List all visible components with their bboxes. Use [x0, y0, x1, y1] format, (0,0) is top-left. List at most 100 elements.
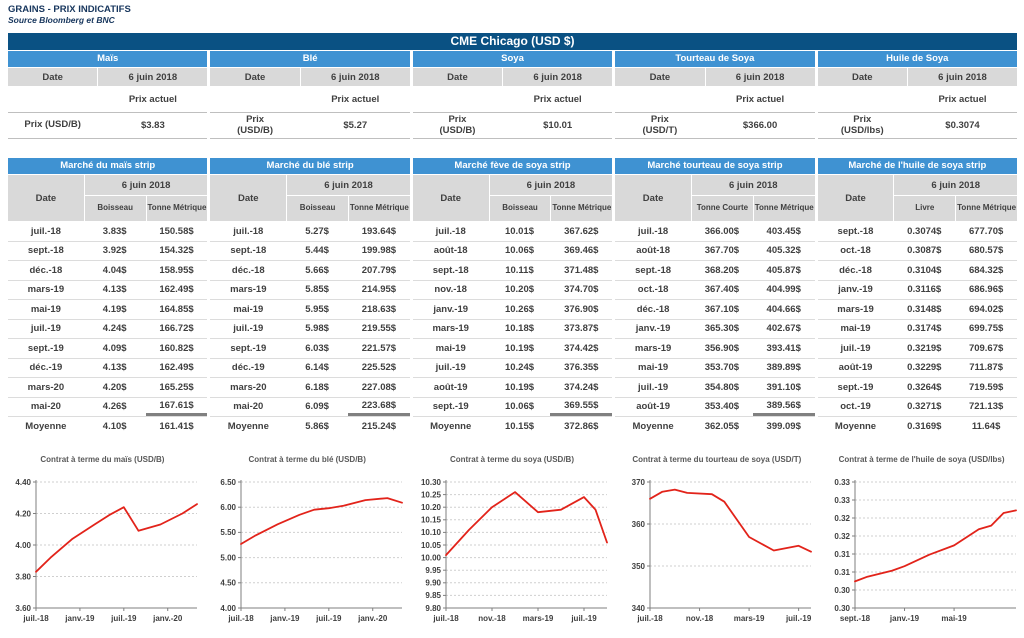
table-row: mai-206.09$223.68$ [210, 398, 409, 418]
row-date: déc.-19 [210, 359, 286, 378]
table-row: juil.-195.98$219.55$ [210, 320, 409, 340]
x-tick-label: mai-19 [942, 614, 968, 623]
row-value: 389.89$ [753, 359, 815, 378]
y-tick-label: 0.30 [835, 586, 851, 595]
price-line [446, 492, 607, 555]
chart-title: Contrat à terme du soya (USD/B) [410, 448, 615, 474]
strip-section-tourteau: Marché tourteau de soya strip Date 6 jui… [615, 158, 814, 437]
price-value: $10.01 [503, 113, 612, 138]
x-tick-label: juil.-19 [315, 614, 342, 623]
spot-price-table: CME Chicago (USD $) Maïs Date 6 juin 201… [8, 33, 1017, 139]
y-tick-label: 4.50 [220, 579, 236, 588]
price-line [36, 504, 197, 572]
strip-table: Marché du maïs strip Date 6 juin 2018 Bo… [8, 158, 1017, 437]
row-value: 376.90$ [550, 300, 612, 319]
price-current-label: Prix actuel [98, 86, 207, 112]
row-value: 5.27$ [286, 222, 348, 241]
spot-section-ble: Blé Date 6 juin 2018 Prix actuel Prix (U… [210, 51, 409, 139]
table-row: juil.-185.27$193.64$ [210, 222, 409, 242]
moyenne-label: Moyenne [818, 417, 894, 437]
date-value: 6 juin 2018 [503, 68, 612, 86]
row-value: 164.85$ [146, 300, 208, 319]
row-date: août-18 [413, 242, 489, 261]
row-date: sept.-18 [615, 261, 691, 280]
row-value: 356.90$ [691, 339, 753, 358]
y-tick-label: 5.00 [220, 553, 236, 562]
moyenne-value: 215.24$ [348, 417, 410, 437]
strip-section-title: Marché tourteau de soya strip [615, 158, 814, 174]
row-date: juil.-19 [413, 359, 489, 378]
price-unit-label: Prix (USD/lbs) [818, 113, 907, 138]
row-value: 150.58$ [146, 222, 208, 241]
y-tick-label: 4.20 [15, 509, 31, 518]
moyenne-label: Moyenne [413, 417, 489, 437]
row-date: juil.-19 [818, 339, 894, 358]
row-date: mars-19 [210, 281, 286, 300]
price-line [241, 498, 402, 544]
row-value: 167.61$ [146, 398, 208, 417]
row-value: 3.83$ [84, 222, 146, 241]
row-value: 10.18$ [489, 320, 551, 339]
table-row: mars-194.13$162.49$ [8, 281, 207, 301]
price-value: $366.00 [706, 113, 815, 138]
row-value: 225.52$ [348, 359, 410, 378]
date-value-header: 6 juin 2018 [490, 175, 613, 195]
table-row: janv.-19365.30$402.67$ [615, 320, 814, 340]
table-row: juil.-194.24$166.72$ [8, 320, 207, 340]
row-value: 165.25$ [146, 378, 208, 397]
row-date: mars-20 [8, 378, 84, 397]
row-value: 0.3174$ [893, 320, 955, 339]
spot-section-soya: Soya Date 6 juin 2018 Prix actuel Prix (… [413, 51, 612, 139]
row-value: 393.41$ [753, 339, 815, 358]
table-row: sept.-1810.11$371.48$ [413, 261, 612, 281]
row-value: 160.82$ [146, 339, 208, 358]
row-value: 3.92$ [84, 242, 146, 261]
table-row: déc.-180.3104$684.32$ [818, 261, 1017, 281]
x-tick-label: janv.-20 [152, 614, 183, 623]
row-date: sept.-19 [818, 378, 894, 397]
table-row: mai-19353.70$389.89$ [615, 359, 814, 379]
x-tick-label: juil.-19 [785, 614, 812, 623]
price-unit-label: Prix (USD/B) [8, 113, 97, 138]
row-value: 369.46$ [550, 242, 612, 261]
strip-section-title: Marché fève de soya strip [413, 158, 612, 174]
row-date: mars-20 [210, 378, 286, 397]
y-tick-label: 0.32 [835, 514, 851, 523]
date-value-header: 6 juin 2018 [85, 175, 208, 195]
row-date: mai-19 [818, 320, 894, 339]
row-date: oct.-18 [818, 242, 894, 261]
x-tick-label: juil.-18 [22, 614, 49, 623]
row-value: 219.55$ [348, 320, 410, 339]
row-value: 402.67$ [753, 320, 815, 339]
y-tick-label: 10.00 [421, 553, 442, 562]
row-value: 391.10$ [753, 378, 815, 397]
y-tick-label: 0.33 [835, 496, 851, 505]
spot-table-title: CME Chicago (USD $) [8, 33, 1017, 50]
moyenne-row: Moyenne 4.10$ 161.41$ [8, 417, 207, 437]
moyenne-value: 11.64$ [955, 417, 1017, 437]
unit-column-header: Boisseau [490, 196, 551, 221]
table-row: janv.-1910.26$376.90$ [413, 300, 612, 320]
row-value: 367.10$ [691, 300, 753, 319]
strip-section-soya: Marché fève de soya strip Date 6 juin 20… [413, 158, 612, 437]
table-row: août-19353.40$389.56$ [615, 398, 814, 418]
table-row: sept.-180.3074$677.70$ [818, 222, 1017, 242]
x-tick-label: nov.-18 [686, 614, 714, 623]
date-value: 6 juin 2018 [301, 68, 410, 86]
moyenne-label: Moyenne [615, 417, 691, 437]
table-row: sept.-196.03$221.57$ [210, 339, 409, 359]
row-date: déc.-18 [8, 261, 84, 280]
empty-cell [413, 86, 502, 112]
x-tick-label: mars-19 [522, 614, 553, 623]
moyenne-value: 372.86$ [550, 417, 612, 437]
row-value: 4.13$ [84, 359, 146, 378]
y-tick-label: 10.15 [421, 516, 442, 525]
date-value-header: 6 juin 2018 [692, 175, 815, 195]
row-date: déc.-19 [8, 359, 84, 378]
row-value: 10.06$ [489, 242, 551, 261]
strip-section-huile: Marché de l'huile de soya strip Date 6 j… [818, 158, 1017, 437]
x-tick-label: juil.-19 [110, 614, 137, 623]
row-value: 405.87$ [753, 261, 815, 280]
price-value: $0.3074 [908, 113, 1017, 138]
row-value: 404.66$ [753, 300, 815, 319]
